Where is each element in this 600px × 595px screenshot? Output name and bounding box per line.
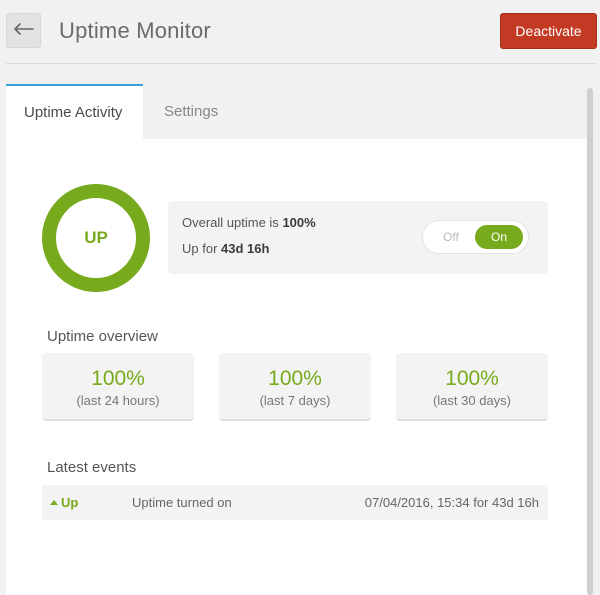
toggle-off-option[interactable]: Off <box>443 230 459 244</box>
stat-card-7d: 100% (last 7 days) <box>219 353 371 421</box>
stat-value: 100% <box>91 367 145 390</box>
tab-bar: Uptime Activity Settings <box>6 84 587 139</box>
header-divider <box>6 63 596 64</box>
caret-up-icon <box>50 499 58 505</box>
stat-card-24h: 100% (last 24 hours) <box>42 353 194 421</box>
scrollbar[interactable] <box>587 88 593 595</box>
back-button[interactable] <box>6 13 41 48</box>
status-label: UP <box>84 228 108 247</box>
overall-uptime-line: Overall uptime is 100% <box>182 215 316 230</box>
uptime-overview-heading: Uptime overview <box>47 328 158 345</box>
up-duration-value: 43d 16h <box>221 241 270 256</box>
stat-value: 100% <box>268 367 322 390</box>
deactivate-button[interactable]: Deactivate <box>500 13 597 49</box>
arrow-left-icon <box>13 22 34 40</box>
page-title: Uptime Monitor <box>59 18 211 43</box>
event-time: 07/04/2016, 15:34 for 43d 16h <box>364 495 539 510</box>
event-status-label: Up <box>61 495 79 510</box>
uptime-toggle[interactable]: Off On <box>422 220 529 254</box>
event-status: Up <box>50 495 78 510</box>
stat-value: 100% <box>445 367 499 390</box>
overall-uptime-value: 100% <box>282 215 316 230</box>
stat-period: (last 30 days) <box>432 393 512 408</box>
up-duration-line: Up for 43d 16h <box>182 241 269 256</box>
event-row[interactable]: Up Uptime turned on 07/04/2016, 15:34 fo… <box>42 485 548 520</box>
latest-events-heading: Latest events <box>47 459 137 476</box>
up-duration-prefix: Up for <box>182 241 218 256</box>
toggle-on-option[interactable]: On <box>475 225 523 249</box>
tab-uptime-activity[interactable]: Uptime Activity <box>6 84 143 139</box>
event-description: Uptime turned on <box>132 495 232 510</box>
stat-period: (last 24 hours) <box>76 393 160 408</box>
status-ring: UP <box>42 184 150 292</box>
header: Uptime Monitor Deactivate <box>0 0 600 64</box>
tab-settings[interactable]: Settings <box>143 84 243 139</box>
status-summary: Overall uptime is 100% Up for 43d 16h Of… <box>168 201 548 274</box>
stat-card-30d: 100% (last 30 days) <box>396 353 548 421</box>
stat-period: (last 7 days) <box>259 393 331 408</box>
overall-uptime-prefix: Overall uptime is <box>182 215 279 230</box>
